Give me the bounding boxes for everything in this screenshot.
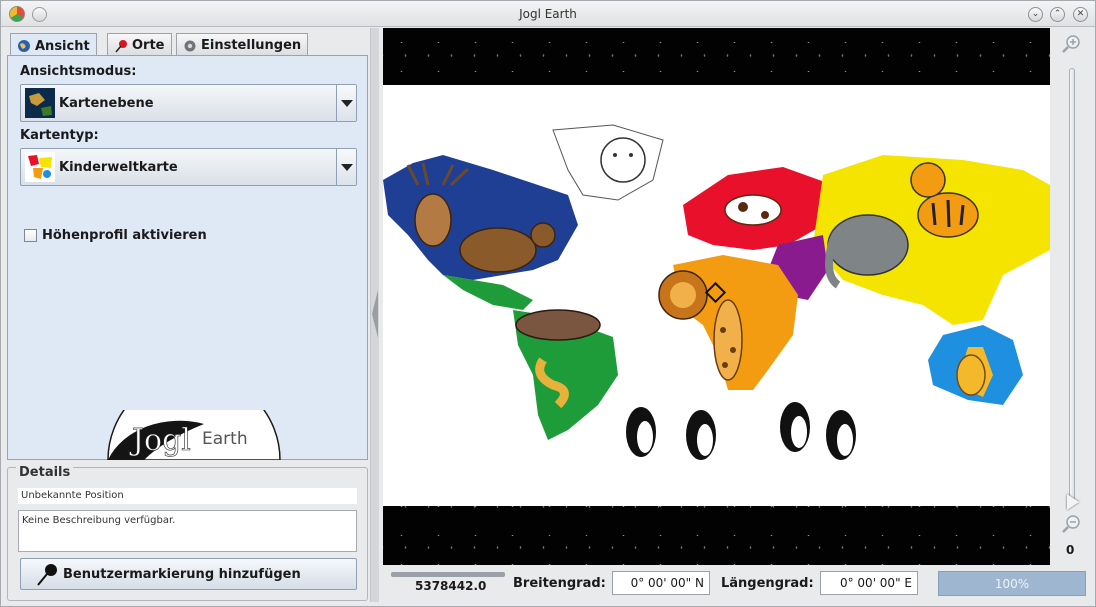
window-title: Jogl Earth <box>519 7 577 21</box>
view-mode-select[interactable]: Kartenebene <box>20 84 357 122</box>
map-type-value: Kinderweltkarte <box>59 160 178 175</box>
description-field[interactable]: Keine Beschreibung verfügbar. <box>18 510 357 552</box>
zoom-out-icon[interactable] <box>1062 514 1082 534</box>
polar-bear-icon <box>600 137 646 183</box>
maximize-button[interactable]: ⌃ <box>1050 7 1065 22</box>
title-bar: Jogl Earth ⌄ ⌃ ✕ <box>1 1 1095 27</box>
tab-einstellungen[interactable]: Einstellungen <box>176 33 309 55</box>
panel-splitter[interactable] <box>370 28 379 602</box>
altitude-value: 5378442.0 <box>415 579 487 593</box>
tab-einstellungen-label: Einstellungen <box>201 38 302 53</box>
longitude-field[interactable]: 0° 00' 00" E <box>820 571 918 595</box>
longitude-label: Längengrad: <box>721 576 814 591</box>
minimize-button[interactable]: ⌄ <box>1028 7 1043 22</box>
position-field: Unbekannte Position <box>18 488 357 504</box>
map-type-select[interactable]: Kinderweltkarte <box>20 148 357 186</box>
tab-ansicht-label: Ansicht <box>35 38 90 54</box>
ansicht-panel: Ansichtsmodus: Kartenebene Kartentyp: Ki… <box>7 55 368 460</box>
zoom-in-icon[interactable] <box>1062 34 1082 54</box>
bear-icon <box>459 227 537 273</box>
tab-orte[interactable]: Orte <box>107 33 172 55</box>
elephant-icon <box>827 214 909 276</box>
zoom-control: 0 <box>1053 28 1093 568</box>
kids-world-map[interactable] <box>383 85 1050 506</box>
gear-icon <box>184 40 196 51</box>
chevron-down-icon[interactable] <box>336 149 356 185</box>
armadillo-icon <box>515 309 601 341</box>
map-viewport[interactable] <box>383 28 1050 565</box>
zoom-slider-thumb[interactable] <box>1067 494 1079 510</box>
kangaroo-icon <box>956 354 986 396</box>
latitude-label: Breitengrad: <box>513 576 606 591</box>
status-bar: 5378442.0 Breitengrad: 0° 00' 00" N Läng… <box>383 567 1093 601</box>
latitude-field[interactable]: 0° 00' 00" N <box>612 571 710 595</box>
globe-icon <box>18 40 30 52</box>
kids-map-icon <box>25 152 55 182</box>
app-window: Jogl Earth ⌄ ⌃ ✕ Ansicht Orte Einstellun… <box>0 0 1096 607</box>
zoom-slider-track[interactable] <box>1069 68 1075 503</box>
logo-text-sub: Earth <box>202 429 248 449</box>
cow-icon <box>724 194 782 226</box>
pin-icon <box>115 39 127 52</box>
tab-ansicht[interactable]: Ansicht <box>10 33 97 56</box>
elevation-checkbox[interactable] <box>24 229 37 242</box>
details-box: Details Unbekannte Position Keine Beschr… <box>7 465 368 601</box>
chevron-down-icon[interactable] <box>336 85 356 121</box>
logo-text-main: Jogl <box>129 423 191 458</box>
left-panel: Ansicht Orte Einstellungen Ansichtsmodus… <box>7 31 369 601</box>
view-mode-label: Ansichtsmodus: <box>20 64 137 79</box>
tab-orte-label: Orte <box>132 38 165 53</box>
elevation-label: Höhenprofil aktivieren <box>42 228 207 243</box>
zoom-value: 0 <box>1066 543 1075 557</box>
giraffe-icon <box>713 299 743 381</box>
deer-icon <box>414 193 452 247</box>
progress-bar: 100% <box>938 571 1086 596</box>
collapse-arrow-icon[interactable] <box>372 290 378 338</box>
view-mode-value: Kartenebene <box>59 96 154 111</box>
add-marker-label: Benutzermarkierung hinzufügen <box>63 567 301 582</box>
close-button[interactable]: ✕ <box>1073 7 1088 22</box>
altitude-bar <box>391 572 505 577</box>
marker-pin-icon <box>37 564 57 586</box>
map-layer-icon <box>25 88 55 118</box>
map-type-label: Kartentyp: <box>20 128 99 143</box>
details-legend: Details <box>16 465 74 480</box>
add-marker-button[interactable]: Benutzermarkierung hinzufügen <box>20 558 357 590</box>
jogl-earth-logo: Jogl Earth <box>107 410 281 460</box>
